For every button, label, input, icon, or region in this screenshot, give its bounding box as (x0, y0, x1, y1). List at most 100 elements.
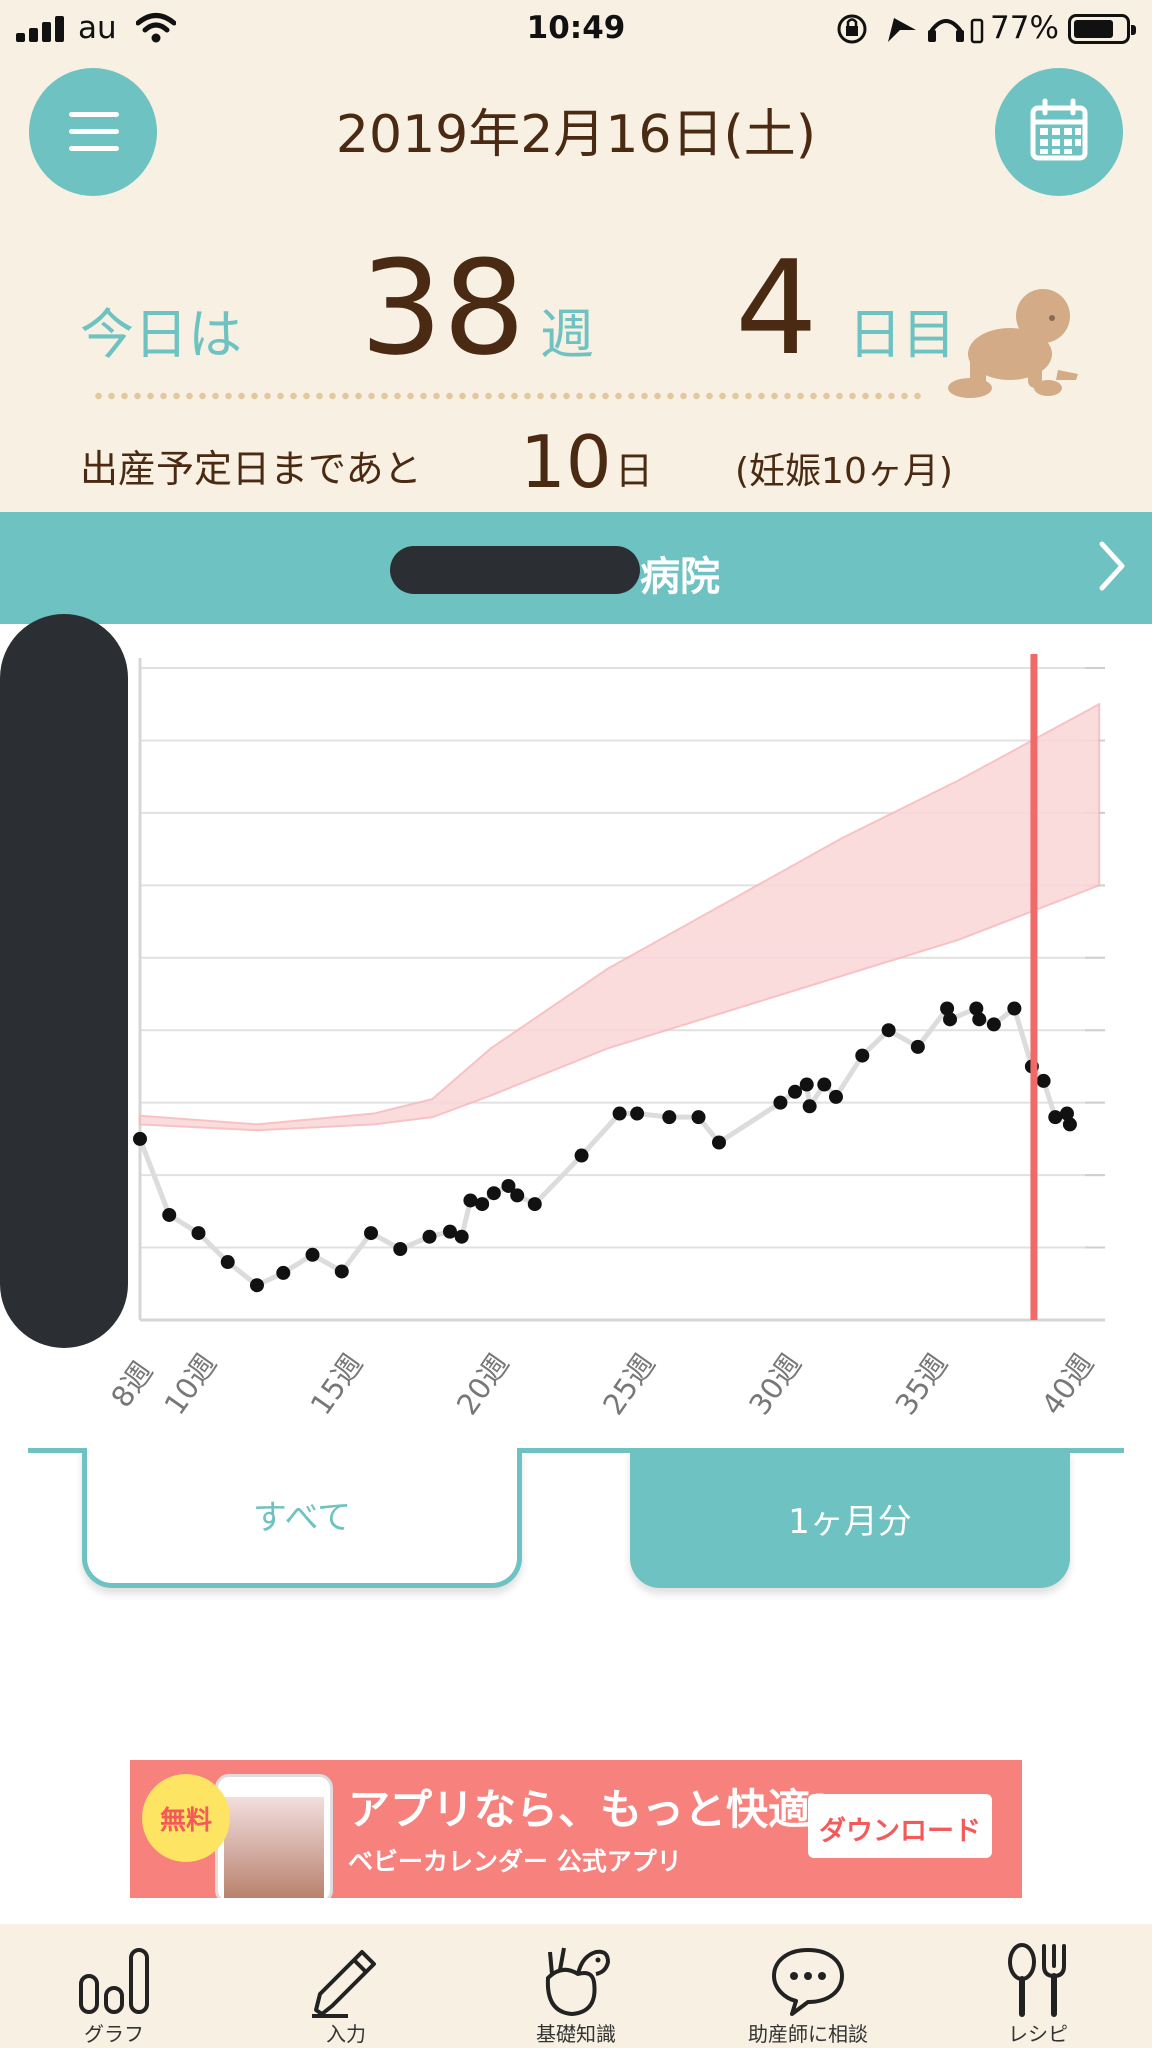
x-tick-label: 35週 (889, 1348, 955, 1421)
free-badge: 無料 (142, 1774, 230, 1862)
bottom-nav: グラフ 入力 基礎知識 助産師に相談 レシピ (0, 1924, 1152, 2048)
x-tick-label: 30週 (742, 1348, 808, 1421)
remaining-days-value: 10 (520, 420, 612, 504)
weight-point (788, 1084, 803, 1099)
dotted-divider (92, 392, 924, 400)
app-promo-banner[interactable]: 無料 アプリなら、もっと快適! ベビーカレンダー 公式アプリ ダウンロード (130, 1760, 1022, 1898)
weight-point (475, 1197, 490, 1212)
nav-consult-label: 助産師に相談 (748, 2022, 868, 2046)
weight-point (662, 1110, 677, 1125)
weight-point (191, 1226, 206, 1241)
nav-input[interactable]: 入力 (246, 1924, 446, 2048)
calendar-icon (1030, 98, 1088, 161)
weight-point (422, 1229, 437, 1244)
weight-point (773, 1095, 788, 1110)
weight-point (612, 1106, 627, 1121)
weight-point (855, 1048, 870, 1063)
weight-point (334, 1264, 349, 1279)
tab-one-month[interactable]: 1ヶ月分 (630, 1450, 1070, 1588)
tab-all-label: すべて (252, 1498, 352, 1538)
weight-point (393, 1242, 408, 1257)
weight-point (799, 1077, 814, 1092)
header-area: au 10:49 77% 2019年2月16日(土) 今日は 38 週 4 日目… (0, 0, 1152, 512)
fork-spoon-icon (1008, 1943, 1066, 2017)
hospital-name: 病院 (640, 554, 720, 600)
download-button-label: ダウンロード (819, 1816, 981, 1847)
current-date: 2019年2月16日(土) (335, 105, 817, 165)
weight-point (691, 1110, 706, 1125)
weight-point (276, 1265, 291, 1280)
weight-chart-svg: 8週10週 15週 20週 25週 30週 35週 40週 (104, 654, 1105, 1421)
status-bar: au 10:49 77% (0, 0, 1152, 60)
weight-point (249, 1278, 264, 1293)
weight-point (364, 1226, 379, 1241)
weight-point (712, 1135, 726, 1150)
x-tick-label: 25週 (596, 1348, 662, 1421)
nav-recipe[interactable]: レシピ (938, 1924, 1138, 2048)
weight-point (486, 1186, 501, 1201)
download-button[interactable]: ダウンロード (808, 1794, 992, 1858)
nav-basics[interactable]: 基礎知識 (476, 1924, 676, 2048)
day-value: 4 (735, 232, 818, 384)
battery-percent: 77% (990, 10, 1059, 46)
status-icons (837, 14, 984, 44)
nav-consult[interactable]: 助産師に相談 (708, 1924, 908, 2048)
weight-point (527, 1197, 542, 1212)
nav-recipe-label: レシピ (1008, 2022, 1068, 2046)
x-tick-label: 8週 (104, 1355, 159, 1413)
chat-bubble-icon (772, 1948, 844, 2016)
weight-point (881, 1023, 896, 1038)
nav-graph[interactable]: グラフ (14, 1924, 214, 2048)
baby-crawling-icon (948, 289, 1078, 398)
phone-image (215, 1774, 333, 1898)
pregnancy-month: (妊娠10ヶ月) (735, 451, 953, 492)
weight-point (828, 1089, 843, 1104)
banner-title: アプリなら、もっと快適! (348, 1785, 830, 1834)
chevron-right-icon (1099, 541, 1125, 591)
x-tick-label: 10週 (157, 1348, 223, 1421)
weight-point (943, 1012, 958, 1027)
weight-point (910, 1039, 925, 1054)
week-unit: 週 (540, 303, 594, 366)
pencil-icon (312, 1950, 376, 2018)
weight-point (817, 1077, 832, 1092)
weight-point (630, 1106, 645, 1121)
weight-point (133, 1131, 147, 1146)
redacted-hospital-name (390, 546, 640, 594)
redacted-y-axis (0, 614, 128, 1348)
weight-point (1036, 1073, 1051, 1088)
x-tick-label: 20週 (450, 1348, 516, 1421)
weight-point (162, 1207, 177, 1222)
weight-point (574, 1148, 589, 1163)
today-label: 今日は (80, 303, 242, 366)
weight-chart: 8週 10週 15週 20週 25週 30週 35週 40週 (0, 624, 1152, 1424)
nav-basics-label: 基礎知識 (536, 2022, 616, 2046)
calendar-button[interactable] (995, 68, 1123, 196)
weight-point (972, 1012, 987, 1027)
banner-subtitle: ベビーカレンダー 公式アプリ (348, 1847, 682, 1876)
weight-point (510, 1188, 525, 1203)
weight-point (454, 1229, 469, 1244)
tab-one-month-label: 1ヶ月分 (788, 1502, 912, 1542)
weight-point (1007, 1001, 1022, 1016)
remaining-days-label: 出産予定日まであと (80, 447, 422, 491)
x-tick-label: 40週 (1035, 1348, 1101, 1421)
day-unit: 日目 (848, 303, 956, 366)
bar-chart-icon (79, 1948, 149, 2014)
battery-icon (1068, 14, 1136, 44)
reference-band (139, 702, 1101, 1132)
week-value: 38 (360, 232, 526, 384)
weight-point (305, 1247, 320, 1262)
remaining-days-unit: 日 (615, 449, 654, 493)
hospital-bar[interactable]: 病院 (0, 512, 1152, 624)
weight-point (986, 1017, 1001, 1032)
weight-point (1062, 1117, 1077, 1132)
free-badge-label: 無料 (159, 1806, 212, 1836)
x-tick-label: 15週 (304, 1348, 370, 1421)
nav-graph-label: グラフ (84, 2022, 144, 2046)
tab-all[interactable]: すべて (82, 1448, 522, 1588)
weight-point (220, 1255, 235, 1270)
nav-input-label: 入力 (326, 2022, 366, 2046)
stork-icon (545, 1947, 611, 2017)
weight-point (802, 1099, 817, 1114)
